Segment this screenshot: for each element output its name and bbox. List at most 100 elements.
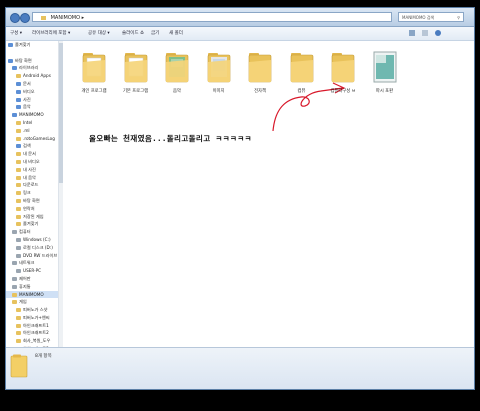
sidebar-item[interactable]: 아인크래프트2	[6, 329, 58, 337]
library-icon	[12, 66, 17, 71]
sidebar-item[interactable]: 피버노가+엔씨	[6, 314, 58, 322]
address-bar[interactable]: MANIMOMO ▸	[32, 12, 392, 22]
sidebar-item[interactable]: 검색	[6, 142, 58, 150]
folder-icon	[16, 159, 21, 164]
folder-item[interactable]: 컴퓨	[279, 50, 325, 110]
sidebar-item[interactable]: 제어판	[6, 275, 58, 283]
slideshow-button[interactable]: 슬라이드 쇼	[122, 30, 144, 36]
sidebar-item[interactable]: 컴퓨터	[6, 228, 58, 236]
sidebar-item[interactable]: 내 문서	[6, 150, 58, 158]
sidebar-item[interactable]: 바탕 화면	[6, 57, 58, 65]
view-options-icon[interactable]	[409, 30, 415, 36]
sidebar-item[interactable]: 게임	[6, 298, 58, 306]
sidebar-item[interactable]: Android Apps	[6, 72, 58, 80]
folder-item[interactable]: 기본 프로그램	[113, 50, 159, 110]
sidebar-item[interactable]: 내 비디오	[6, 158, 58, 166]
search-icon: ⚲	[457, 15, 460, 20]
sidebar-item[interactable]: 피버노가 스샷	[6, 306, 58, 314]
share-with-button[interactable]: 공유 대상 ▾	[88, 30, 110, 36]
sidebar-item[interactable]: 즐겨찾기	[6, 41, 58, 49]
burn-button[interactable]: 굽기	[151, 30, 159, 36]
folder-icon	[290, 53, 313, 83]
sidebar-item-label: 아인크래프트1	[23, 322, 49, 328]
sidebar-item-label: 저장된 게임	[23, 213, 44, 219]
new-folder-button[interactable]: 새 폴더	[169, 30, 183, 36]
sidebar-item[interactable]: 네트워크	[6, 259, 58, 267]
folder-item[interactable]: 개인 프로그램	[71, 50, 117, 110]
title-bar: MANIMOMO ▸ MANIMOMO 검색 ⚲	[6, 8, 474, 27]
sidebar-item[interactable]: 내 사진	[6, 166, 58, 174]
video-icon	[16, 89, 21, 94]
folder-icon	[124, 53, 147, 83]
sidebar-item[interactable]: MANIMOMO	[6, 111, 58, 119]
sidebar-item[interactable]: Windows (C:)	[6, 236, 58, 244]
documents-icon	[16, 81, 21, 86]
address-path: MANIMOMO	[50, 15, 81, 21]
folder-item[interactable]: 파시 포판	[362, 50, 408, 110]
sidebar-item-label: 피버노가+엔씨	[23, 314, 50, 320]
sidebar-item[interactable]: 바탕 화면	[6, 197, 58, 205]
pictures-folder-icon	[207, 53, 230, 83]
folder-label: 이미지	[212, 89, 225, 94]
back-button[interactable]	[10, 13, 20, 23]
sidebar-item[interactable]: 사진	[6, 96, 58, 104]
folder-icon	[12, 300, 17, 305]
sidebar-item-label: .ml	[23, 127, 30, 133]
sidebar-item[interactable]: DVD RW 드라이브	[6, 252, 58, 260]
preview-pane-icon[interactable]	[422, 30, 428, 36]
sidebar-item[interactable]: 비디오	[6, 88, 58, 96]
forward-button[interactable]	[20, 13, 30, 23]
user-icon	[12, 113, 17, 118]
navigation-pane: 즐겨찾기 바탕 화면 라이브러리 Android Apps 문서 비디오 사진 음악 MANIM…	[6, 41, 59, 347]
sidebar-item[interactable]: 라이브러리	[6, 64, 58, 72]
sidebar-item[interactable]: 회사_복원_도우	[6, 337, 58, 345]
drive-icon	[16, 245, 21, 250]
sidebar-item-label: USER-PC	[23, 268, 42, 274]
folder-icon	[16, 323, 21, 328]
folder-label: 컴퓨터구성 ㅂ	[330, 89, 356, 94]
sidebar-item[interactable]: 링크	[6, 189, 58, 197]
folder-icon	[16, 191, 21, 196]
sidebar-item[interactable]: 내 음악	[6, 174, 58, 182]
sidebar-item[interactable]: 문서	[6, 80, 58, 88]
sidebar-item[interactable]	[6, 49, 58, 57]
include-in-library-button[interactable]: 라이브러리에 포함 ▾	[32, 30, 70, 36]
sidebar-item-label: Intel	[23, 119, 33, 125]
folder-item[interactable]: 컴퓨터구성 ㅂ	[320, 50, 366, 110]
folder-icon	[16, 175, 21, 180]
folder-icon	[248, 53, 272, 83]
search-placeholder: MANIMOMO 검색	[402, 15, 435, 20]
sidebar-item[interactable]: 저장된 게임	[6, 213, 58, 221]
details-pane: 8개 항목	[6, 347, 474, 389]
sidebar-item-label: Android Apps	[23, 73, 51, 79]
pictures-icon	[16, 97, 21, 102]
sidebar-item-label: 연락처	[23, 205, 35, 211]
sidebar-item[interactable]: 즐겨찾기	[6, 220, 58, 228]
computer-icon	[12, 230, 17, 235]
recycle-bin-icon	[12, 284, 17, 289]
sidebar-item-label: 내 문서	[23, 151, 36, 157]
sidebar-item[interactable]: .ml	[6, 127, 58, 135]
folder-item[interactable]: 음악	[154, 50, 200, 110]
sidebar-item[interactable]: 다운로드	[6, 181, 58, 189]
sidebar-item[interactable]: 연락처	[6, 205, 58, 213]
sidebar-item[interactable]: 음악	[6, 103, 58, 111]
control-panel-icon	[12, 276, 17, 281]
sidebar-item[interactable]: .rotoGamesLog	[6, 135, 58, 143]
sidebar-item[interactable]: MANIMOMO	[6, 290, 58, 299]
organize-button[interactable]: 구성 ▾	[10, 30, 22, 36]
sidebar-item[interactable]: Intel	[6, 119, 58, 127]
folder-item[interactable]: 전자책	[237, 50, 283, 110]
sidebar-item[interactable]: 휴지통	[6, 283, 58, 291]
sidebar-item-label: DVD RW 드라이브	[23, 252, 58, 258]
search-input[interactable]: MANIMOMO 검색 ⚲	[398, 12, 464, 22]
sidebar-item-label: Windows (C:)	[23, 236, 51, 242]
sidebar-item[interactable]: 로컬 디스크 (D:)	[6, 244, 58, 252]
help-icon[interactable]	[435, 30, 441, 36]
sidebar-item[interactable]: 아인크래프트1	[6, 322, 58, 330]
sidebar-item-label: 내 음악	[23, 174, 36, 180]
folder-item[interactable]: 이미지	[196, 50, 242, 110]
sidebar-item-label: 게임	[19, 299, 27, 305]
folder-icon	[16, 128, 21, 133]
sidebar-item[interactable]: USER-PC	[6, 267, 58, 275]
